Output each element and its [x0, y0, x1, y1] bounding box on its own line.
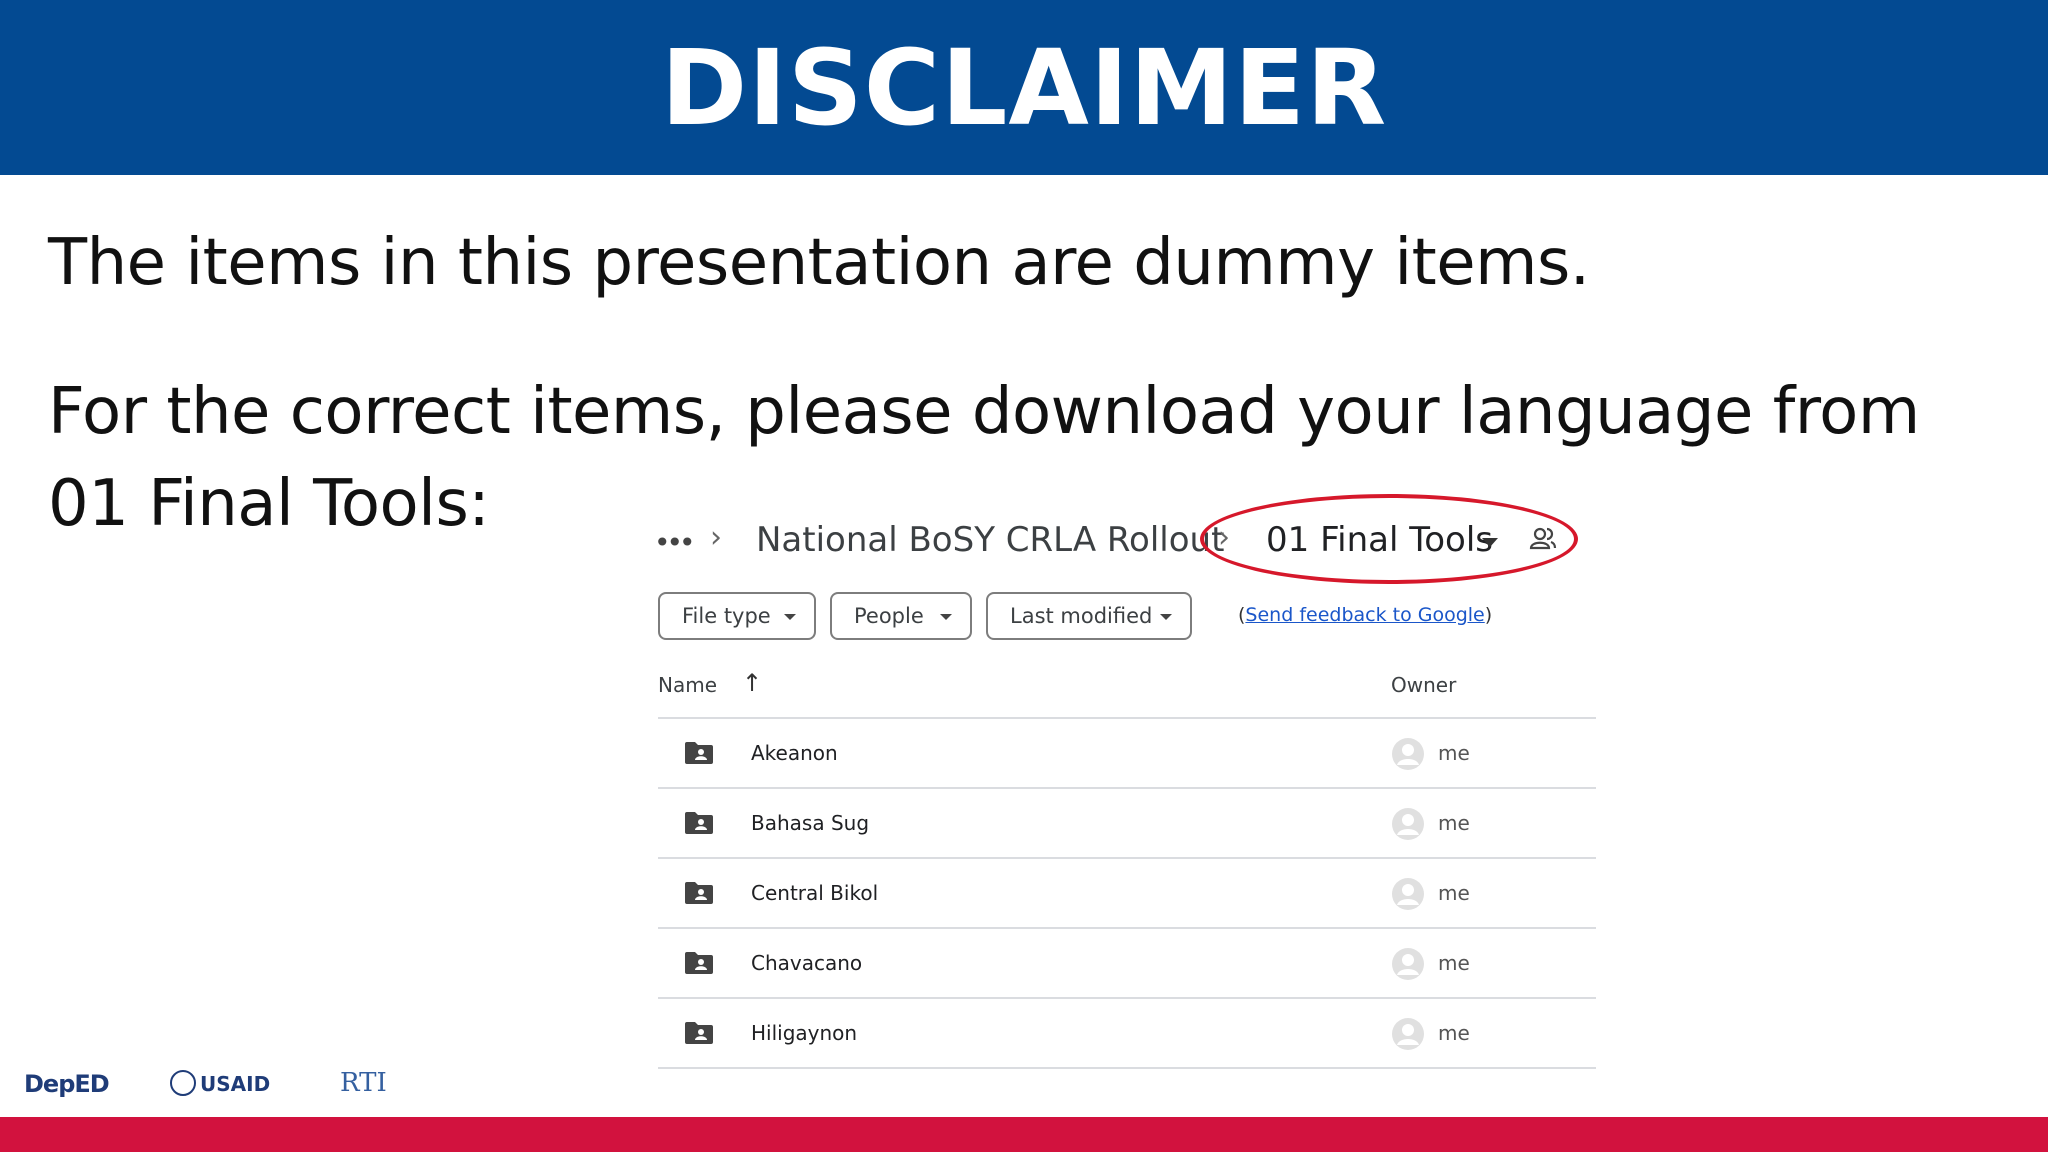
send-feedback-link[interactable]: Send feedback to Google: [1245, 604, 1484, 626]
dropdown-arrow-icon: [940, 614, 952, 620]
shared-folder-icon: [685, 882, 713, 904]
dropdown-arrow-icon: [784, 614, 796, 620]
chevron-right-icon: ›: [710, 520, 722, 555]
disclaimer-text: The items in this presentation are dummy…: [48, 226, 1590, 300]
filter-bar: File type People Last modified (Send fee…: [658, 592, 1558, 642]
avatar: [1392, 1018, 1424, 1050]
owner-name: me: [1438, 741, 1470, 765]
last-modified-label: Last modified: [1010, 604, 1153, 628]
deped-logo: DepED: [24, 1070, 110, 1098]
title-bar: DISCLAIMER: [0, 0, 2048, 175]
file-name: Hiligaynon: [751, 1021, 858, 1045]
dropdown-arrow-icon: [1160, 614, 1172, 620]
rti-logo: RTI: [340, 1068, 387, 1098]
shared-folder-icon: [685, 742, 713, 764]
breadcrumb: ••• › National BoSY CRLA Rollout › 01 Fi…: [628, 484, 1596, 594]
file-type-label: File type: [682, 604, 771, 628]
avatar: [1392, 878, 1424, 910]
table-row[interactable]: Akeanon me: [658, 719, 1596, 789]
avatar: [1392, 948, 1424, 980]
avatar: [1392, 738, 1424, 770]
table-row[interactable]: Central Bikol me: [658, 859, 1596, 929]
owner-name: me: [1438, 951, 1470, 975]
file-name: Bahasa Sug: [751, 811, 870, 835]
paren-close: ): [1484, 604, 1493, 626]
owner-name: me: [1438, 881, 1470, 905]
arrow-up-icon[interactable]: ↑: [742, 669, 762, 697]
usaid-seal-icon: [170, 1070, 196, 1096]
owner-name: me: [1438, 811, 1470, 835]
table-row[interactable]: Hiligaynon me: [658, 999, 1596, 1069]
deped-logo-text: DepED: [24, 1070, 110, 1098]
usaid-logo-text: USAID: [200, 1072, 271, 1096]
breadcrumb-parent[interactable]: National BoSY CRLA Rollout: [756, 520, 1224, 560]
more-horiz-icon[interactable]: •••: [654, 526, 695, 559]
file-name: Central Bikol: [751, 881, 879, 905]
slide-title: DISCLAIMER: [660, 26, 1388, 149]
people-label: People: [854, 604, 924, 628]
shared-folder-icon: [685, 952, 713, 974]
drive-screenshot: ••• › National BoSY CRLA Rollout › 01 Fi…: [628, 484, 1596, 1090]
last-modified-filter[interactable]: Last modified: [986, 592, 1192, 640]
highlight-oval: [1200, 494, 1578, 584]
people-filter[interactable]: People: [830, 592, 972, 640]
file-name: Akeanon: [751, 741, 838, 765]
table-row[interactable]: Chavacano me: [658, 929, 1596, 999]
owner-name: me: [1438, 1021, 1470, 1045]
column-owner: Owner: [1391, 673, 1457, 697]
shared-folder-icon: [685, 1022, 713, 1044]
table-header: Name ↑ Owner: [658, 669, 1596, 719]
file-name: Chavacano: [751, 951, 863, 975]
shared-folder-icon: [685, 812, 713, 834]
table-row[interactable]: Bahasa Sug me: [658, 789, 1596, 859]
bottom-bar: [0, 1117, 2048, 1152]
file-type-filter[interactable]: File type: [658, 592, 816, 640]
avatar: [1392, 808, 1424, 840]
footer-logos: DepED USAID RTI: [24, 1066, 424, 1106]
column-name[interactable]: Name: [658, 673, 717, 697]
feedback-text: (Send feedback to Google): [1238, 604, 1492, 626]
